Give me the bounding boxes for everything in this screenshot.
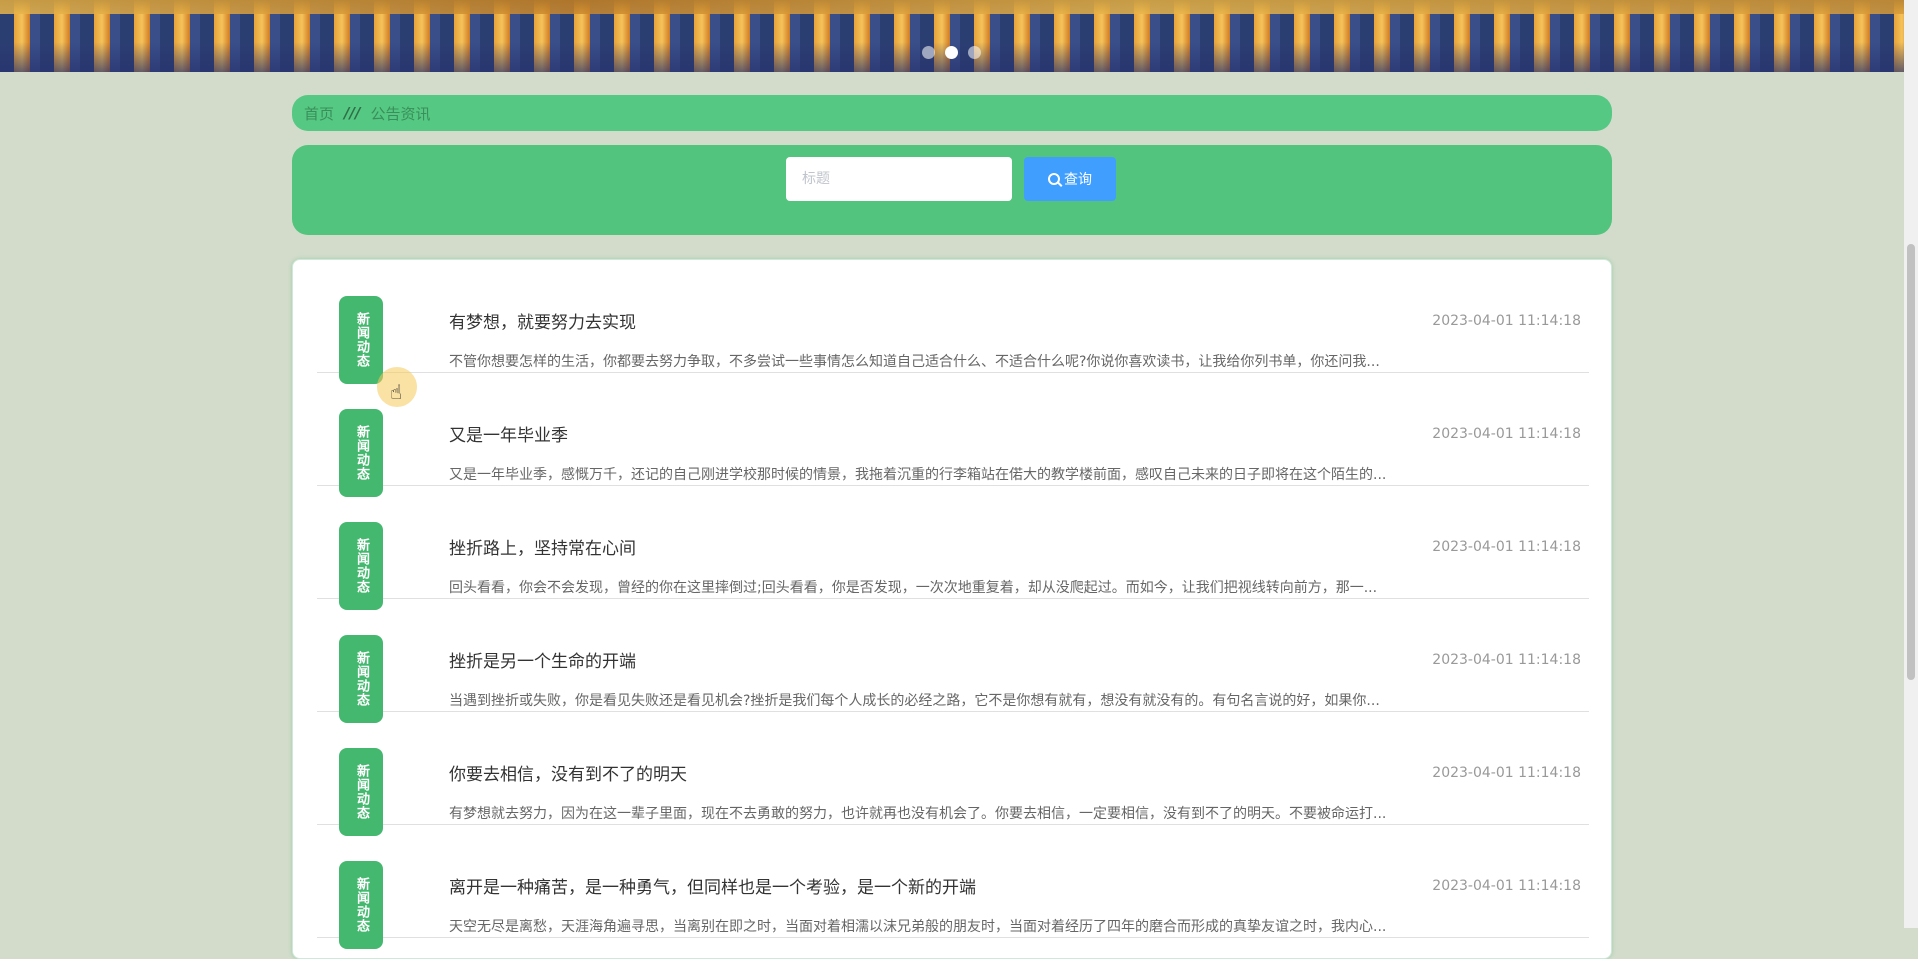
news-item-2[interactable]: 新闻动态 又是一年毕业季 2023-04-01 11:14:18 又是一年毕业季… xyxy=(317,373,1589,497)
news-item-3[interactable]: 新闻动态 挫折路上，坚持常在心间 2023-04-01 11:14:18 回头看… xyxy=(317,486,1589,610)
news-title[interactable]: 挫折是另一个生命的开端 xyxy=(449,647,636,672)
news-tag: 新闻动态 xyxy=(339,635,383,723)
news-title[interactable]: 有梦想，就要努力去实现 xyxy=(449,308,636,333)
search-button-label: 查询 xyxy=(1064,172,1092,188)
carousel-dot-3[interactable] xyxy=(968,46,981,59)
news-tag: 新闻动态 xyxy=(339,748,383,836)
news-summary: 有梦想就去努力，因为在这一辈子里面，现在不去勇敢的努力，也许就再也没有机会了。你… xyxy=(449,806,1387,822)
news-tag: 新闻动态 xyxy=(339,861,383,949)
breadcrumb-current: 公告资讯 xyxy=(370,104,431,123)
news-tag: 新闻动态 xyxy=(339,522,383,610)
news-item-6[interactable]: 新闻动态 离开是一种痛苦，是一种勇气，但同样也是一个考验，是一个新的开端 202… xyxy=(317,825,1589,949)
breadcrumb: 首页 /// 公告资讯 xyxy=(292,95,1612,131)
news-time: 2023-04-01 11:14:18 xyxy=(1432,652,1581,668)
news-item-5[interactable]: 新闻动态 你要去相信，没有到不了的明天 2023-04-01 11:14:18 … xyxy=(317,712,1589,836)
title-search-input[interactable] xyxy=(786,157,1012,201)
scrollbar-thumb[interactable] xyxy=(1907,244,1915,680)
news-title[interactable]: 你要去相信，没有到不了的明天 xyxy=(449,760,687,785)
news-summary: 回头看看，你会不会发现，曾经的你在这里摔倒过;回头看看，你是否发现，一次次地重复… xyxy=(449,580,1378,596)
news-time: 2023-04-01 11:14:18 xyxy=(1432,426,1581,442)
news-time: 2023-04-01 11:14:18 xyxy=(1432,313,1581,329)
news-item-4[interactable]: 新闻动态 挫折是另一个生命的开端 2023-04-01 11:14:18 当遇到… xyxy=(317,599,1589,723)
news-time: 2023-04-01 11:14:18 xyxy=(1432,765,1581,781)
news-title[interactable]: 挫折路上，坚持常在心间 xyxy=(449,534,636,559)
news-time: 2023-04-01 11:14:18 xyxy=(1432,539,1581,555)
carousel-dot-1[interactable] xyxy=(922,46,935,59)
news-tag: 新闻动态 xyxy=(339,409,383,497)
news-tag: 新闻动态 xyxy=(339,296,383,384)
carousel-indicators xyxy=(922,46,981,59)
search-icon xyxy=(1048,173,1060,185)
news-summary: 天空无尽是离愁，天涯海角遍寻思，当离别在即之时，当面对着相濡以沫兄弟般的朋友时，… xyxy=(449,919,1387,935)
news-summary: 又是一年毕业季，感慨万千，还记的自己刚进学校那时候的情景，我拖着沉重的行李箱站在… xyxy=(449,467,1387,483)
news-title[interactable]: 又是一年毕业季 xyxy=(449,421,568,446)
news-time: 2023-04-01 11:14:18 xyxy=(1432,878,1581,894)
search-button[interactable]: 查询 xyxy=(1024,157,1116,201)
news-summary: 不管你想要怎样的生活，你都要去努力争取，不多尝试一些事情怎么知道自己适合什么、不… xyxy=(449,354,1380,370)
banner-carousel xyxy=(0,0,1904,72)
news-item-1[interactable]: 新闻动态 有梦想，就要努力去实现 2023-04-01 11:14:18 不管你… xyxy=(317,260,1589,384)
news-list: 新闻动态 有梦想，就要努力去实现 2023-04-01 11:14:18 不管你… xyxy=(292,259,1612,959)
breadcrumb-home[interactable]: 首页 xyxy=(304,103,334,124)
news-title[interactable]: 离开是一种痛苦，是一种勇气，但同样也是一个考验，是一个新的开端 xyxy=(449,873,976,898)
hand-pointer-icon: ☝ xyxy=(390,380,403,404)
news-summary: 当遇到挫折或失败，你是看见失败还是看见机会?挫折是我们每个人成长的必经之路，它不… xyxy=(449,693,1380,709)
carousel-dot-2[interactable] xyxy=(945,46,958,59)
search-panel: 查询 xyxy=(292,145,1612,235)
breadcrumb-separator: /// xyxy=(344,104,361,122)
page-scrollbar[interactable] xyxy=(1904,0,1918,928)
